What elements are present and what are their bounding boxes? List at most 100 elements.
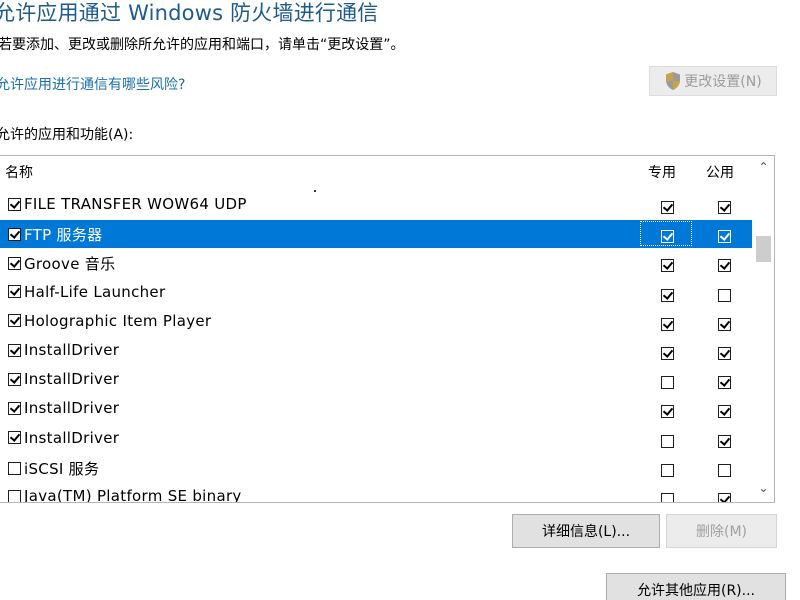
- public-cell: [718, 433, 731, 452]
- scroll-thumb[interactable]: [756, 236, 771, 262]
- private-network-checkbox[interactable]: [661, 259, 674, 273]
- public-cell: [718, 462, 731, 481]
- app-name: Holographic Item Player: [24, 311, 212, 330]
- list-item[interactable]: Groove 音乐: [0, 249, 752, 277]
- allowed-apps-label: 允许的应用和功能(A):: [0, 127, 134, 143]
- app-name: InstallDriver: [24, 370, 120, 389]
- risks-help-link[interactable]: 允许应用进行通信有哪些风险?: [0, 74, 185, 94]
- public-network-checkbox[interactable]: [718, 317, 731, 331]
- remove-button[interactable]: 删除(M): [666, 514, 777, 548]
- private-cell: [661, 374, 674, 393]
- public-network-checkbox[interactable]: [718, 493, 731, 502]
- list-item[interactable]: Holographic Item Player: [0, 308, 752, 336]
- public-cell: [718, 228, 731, 247]
- private-cell: [661, 257, 674, 276]
- change-settings-button[interactable]: 更改设置(N): [649, 66, 777, 96]
- list-item[interactable]: iSCSI 服务: [0, 454, 752, 482]
- chevron-up-icon[interactable]: ⌃: [753, 160, 774, 178]
- app-name: FILE TRANSFER WOW64 UDP: [24, 195, 247, 213]
- app-name-cell: InstallDriver: [8, 399, 119, 417]
- app-name: FTP 服务器: [24, 226, 103, 245]
- app-name: Groove 音乐: [24, 255, 116, 274]
- public-cell: [718, 491, 731, 502]
- public-cell: [718, 345, 731, 364]
- public-network-checkbox[interactable]: [718, 405, 731, 419]
- public-network-checkbox[interactable]: [718, 347, 731, 360]
- list-item[interactable]: FTP 服务器: [0, 220, 752, 249]
- app-name-cell: InstallDriver: [8, 370, 119, 388]
- uac-shield-icon: [666, 72, 681, 90]
- cursor-dot: [314, 190, 316, 192]
- app-name-cell: Holographic Item Player: [8, 312, 211, 330]
- private-cell: [661, 462, 674, 481]
- app-enabled-checkbox[interactable]: [8, 431, 21, 445]
- list-item[interactable]: InstallDriver: [0, 366, 752, 394]
- public-network-checkbox[interactable]: [718, 201, 731, 214]
- column-header-name[interactable]: 名称: [5, 162, 33, 182]
- private-network-checkbox[interactable]: [661, 463, 674, 477]
- app-name-cell: FILE TRANSFER WOW64 UDP: [8, 195, 247, 213]
- app-enabled-checkbox[interactable]: [8, 228, 21, 242]
- instruction-text: 若要添加、更改或删除所允许的应用和端口，请单击“更改设置”。: [0, 37, 405, 53]
- app-name: InstallDriver: [24, 341, 120, 359]
- public-network-checkbox[interactable]: [718, 230, 731, 244]
- private-network-checkbox[interactable]: [661, 317, 674, 331]
- list-item[interactable]: InstallDriver: [0, 395, 752, 423]
- private-cell: [661, 345, 674, 364]
- public-cell: [718, 403, 731, 422]
- public-network-checkbox[interactable]: [718, 288, 731, 302]
- private-cell: [661, 287, 674, 306]
- list-item[interactable]: FILE TRANSFER WOW64 UDP: [0, 191, 752, 219]
- app-name-cell: Java(TM) Platform SE binary: [8, 487, 242, 502]
- public-network-checkbox[interactable]: [718, 259, 731, 273]
- private-network-checkbox[interactable]: [661, 201, 674, 214]
- app-name: Half-Life Launcher: [24, 282, 166, 301]
- private-cell: [661, 228, 674, 247]
- column-header-private[interactable]: 专用: [648, 162, 676, 182]
- public-cell: [718, 199, 731, 218]
- public-cell: [718, 316, 731, 335]
- app-name-cell: Half-Life Launcher: [8, 283, 165, 301]
- app-enabled-checkbox[interactable]: [8, 461, 21, 475]
- app-enabled-checkbox[interactable]: [8, 372, 21, 386]
- allowed-apps-list[interactable]: FILE TRANSFER WOW64 UDP FTP 服务器 Groove 音乐 H…: [0, 155, 775, 503]
- private-network-checkbox[interactable]: [661, 230, 674, 244]
- allow-other-app-button[interactable]: 允许其他应用(R)...: [606, 573, 786, 600]
- private-network-checkbox[interactable]: [661, 493, 674, 502]
- app-name-cell: InstallDriver: [8, 341, 119, 359]
- public-network-checkbox[interactable]: [718, 434, 731, 448]
- app-name: InstallDriver: [24, 399, 120, 418]
- app-enabled-checkbox[interactable]: [8, 489, 21, 502]
- app-name-cell: iSCSI 服务: [8, 458, 99, 479]
- list-item[interactable]: InstallDriver: [0, 425, 752, 453]
- page-title: 允许应用通过 Windows 防火墙进行通信: [0, 1, 379, 25]
- app-enabled-checkbox[interactable]: [8, 343, 21, 357]
- list-item[interactable]: Java(TM) Platform SE binary: [0, 483, 752, 502]
- app-name-cell: InstallDriver: [8, 429, 119, 447]
- list-item[interactable]: InstallDriver: [0, 337, 752, 365]
- private-network-checkbox[interactable]: [661, 376, 674, 390]
- app-enabled-checkbox[interactable]: [8, 314, 21, 328]
- private-network-checkbox[interactable]: [661, 288, 674, 302]
- app-enabled-checkbox[interactable]: [8, 197, 21, 211]
- app-enabled-checkbox[interactable]: [8, 257, 21, 271]
- app-enabled-checkbox[interactable]: [8, 285, 21, 299]
- public-cell: [718, 257, 731, 276]
- firewall-allowed-apps-window: 允许应用通过 Windows 防火墙进行通信 若要添加、更改或删除所允许的应用和…: [0, 0, 800, 600]
- list-item[interactable]: Half-Life Launcher: [0, 279, 752, 307]
- list-scrollbar[interactable]: [753, 156, 774, 502]
- private-cell: [661, 433, 674, 452]
- app-enabled-checkbox[interactable]: [8, 401, 21, 415]
- details-button[interactable]: 详细信息(L)...: [512, 514, 660, 548]
- column-header-public[interactable]: 公用: [706, 162, 734, 182]
- app-name-cell: Groove 音乐: [8, 253, 115, 274]
- app-name: InstallDriver: [24, 428, 120, 447]
- public-network-checkbox[interactable]: [718, 376, 731, 390]
- private-network-checkbox[interactable]: [661, 405, 674, 419]
- private-network-checkbox[interactable]: [661, 347, 674, 360]
- public-network-checkbox[interactable]: [718, 463, 731, 477]
- app-name: iSCSI 服务: [24, 459, 100, 478]
- private-network-checkbox[interactable]: [661, 434, 674, 448]
- change-settings-label: 更改设置(N): [684, 74, 762, 90]
- chevron-down-icon[interactable]: ⌄: [753, 481, 774, 499]
